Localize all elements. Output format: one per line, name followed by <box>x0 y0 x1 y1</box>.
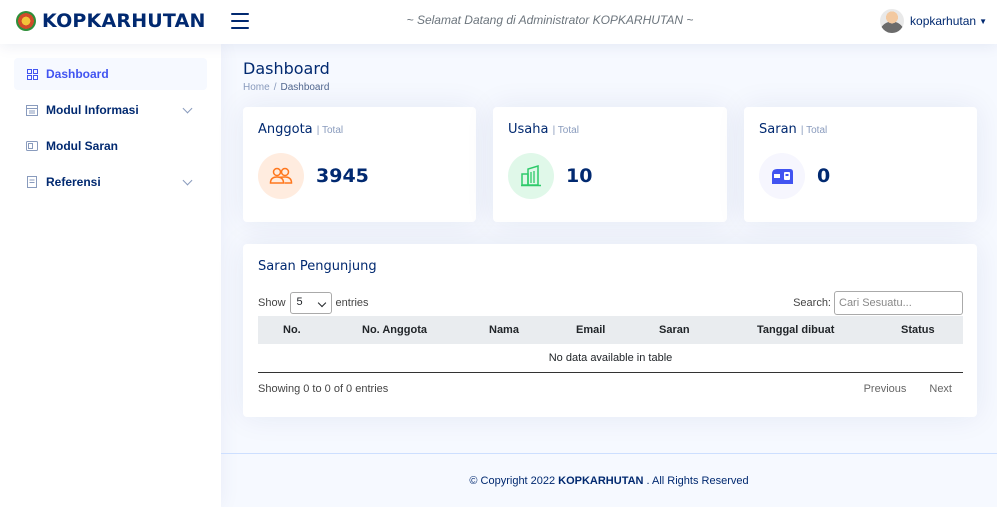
card-title-text: Usaha <box>508 122 549 137</box>
card-subtitle: | Total <box>800 125 828 136</box>
journal-icon <box>26 176 38 188</box>
sidebar: Dashboard Modul Informasi Modul Saran Re… <box>0 44 221 507</box>
sidebar-item-label: Modul Saran <box>46 139 119 153</box>
table-header: No. No. Anggota Nama Email Saran Tanggal… <box>258 316 963 344</box>
card-icon <box>26 140 38 152</box>
sidebar-item-dashboard[interactable]: Dashboard <box>14 58 207 90</box>
grid-icon <box>26 68 38 80</box>
column-header-no-anggota[interactable]: No. Anggota <box>362 324 427 336</box>
avatar <box>880 9 905 33</box>
previous-button[interactable]: Previous <box>864 383 907 395</box>
people-icon <box>258 153 304 199</box>
card-title: Saran Pengunjung <box>258 259 377 274</box>
sidebar-item-modul-informasi[interactable]: Modul Informasi <box>14 94 207 126</box>
layout-text-icon <box>26 104 38 116</box>
profile-name: kopkarhutan <box>910 14 977 28</box>
caret-down-icon: ▼ <box>979 16 987 26</box>
anggota-total-value: 3945 <box>316 165 369 187</box>
entries-length-control: Show 5 entries <box>258 292 369 314</box>
chevron-down-icon <box>182 103 193 113</box>
table-search: Search: <box>793 291 963 315</box>
column-header-tanggal-dibuat[interactable]: Tanggal dibuat <box>757 324 834 336</box>
next-button[interactable]: Next <box>929 383 952 395</box>
search-input[interactable] <box>834 291 963 315</box>
usaha-card: Usaha | Total 10 <box>493 107 727 222</box>
column-header-status[interactable]: Status <box>901 324 935 336</box>
breadcrumb-home[interactable]: Home <box>243 82 270 93</box>
card-title: Usaha | Total <box>508 122 579 137</box>
top-header: KOPKARHUTAN ~ Selamat Datang di Administ… <box>0 0 997 44</box>
card-title-text: Anggota <box>258 122 313 137</box>
column-header-no[interactable]: No. <box>283 324 301 336</box>
breadcrumb-current: Dashboard <box>280 82 330 93</box>
page-title: Dashboard <box>243 59 330 78</box>
mailbox-icon <box>759 153 805 199</box>
saran-total-value: 0 <box>817 165 831 187</box>
sidebar-item-referensi[interactable]: Referensi <box>14 166 207 198</box>
saran-pengunjung-card: Saran Pengunjung Show 5 entries Search: … <box>243 244 977 417</box>
column-header-email[interactable]: Email <box>576 324 605 336</box>
sidebar-item-label: Referensi <box>46 175 101 189</box>
copyright-prefix: © Copyright 2022 <box>469 474 556 487</box>
brand-logo[interactable]: KOPKARHUTAN <box>16 10 206 32</box>
building-icon <box>508 153 554 199</box>
anggota-card: Anggota | Total 3945 <box>243 107 476 222</box>
chevron-down-icon <box>182 175 193 185</box>
entries-select[interactable]: 5 <box>289 292 332 314</box>
card-title: Saran | Total <box>759 122 827 137</box>
show-label: Show <box>258 297 286 309</box>
breadcrumb: Home / Dashboard <box>243 82 329 93</box>
table-info: Showing 0 to 0 of 0 entries <box>258 383 389 395</box>
breadcrumb-separator: / <box>273 82 277 93</box>
card-subtitle: | Total <box>316 125 344 136</box>
card-subtitle: | Total <box>552 125 579 136</box>
card-title-text: Saran <box>759 122 797 137</box>
logo-emblem-icon <box>16 11 36 31</box>
usaha-total-value: 10 <box>566 165 593 187</box>
copyright-suffix: . All Rights Reserved <box>646 474 749 487</box>
sidebar-item-label: Dashboard <box>46 67 109 81</box>
column-header-nama[interactable]: Nama <box>489 324 519 336</box>
table-empty-row: No data available in table <box>258 344 963 373</box>
brand-name: KOPKARHUTAN <box>42 10 206 32</box>
column-header-saran[interactable]: Saran <box>659 324 690 336</box>
footer: © Copyright 2022 KOPKARHUTAN. All Rights … <box>221 453 997 507</box>
welcome-message: ~ Selamat Datang di Administrator KOPKAR… <box>406 13 694 27</box>
search-label: Search: <box>793 297 831 309</box>
sidebar-item-modul-saran[interactable]: Modul Saran <box>14 130 207 162</box>
toggle-sidebar-icon[interactable] <box>231 13 249 29</box>
card-title: Anggota | Total <box>258 122 343 137</box>
entries-label: entries <box>335 297 369 309</box>
sidebar-item-label: Modul Informasi <box>46 103 139 117</box>
profile-menu[interactable]: kopkarhutan ▼ <box>880 9 987 33</box>
pagination: Previous Next <box>864 383 952 395</box>
footer-brand: KOPKARHUTAN <box>558 474 644 487</box>
saran-card: Saran | Total 0 <box>744 107 977 222</box>
